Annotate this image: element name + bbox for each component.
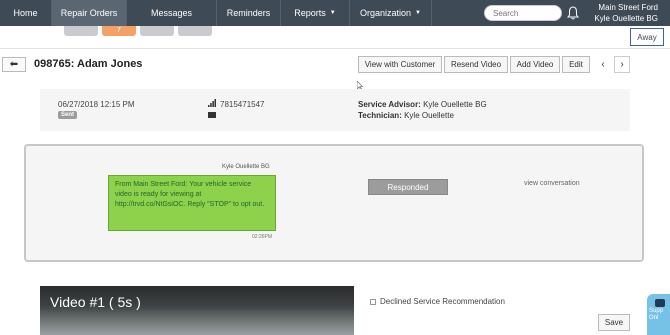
support-label: Supp Onl (649, 308, 664, 321)
nav-reminders-label: Reminders (226, 8, 271, 18)
save-button[interactable]: Save (598, 314, 630, 331)
declined-label: Declined Service Recommendation (380, 297, 505, 306)
envelope-icon (208, 112, 216, 118)
search-input[interactable] (484, 5, 562, 21)
chevron-down-icon: ▼ (329, 10, 336, 16)
service-advisor: Service Advisor: Kyle Ouellette BG (358, 100, 487, 109)
chevron-right-icon[interactable]: › (614, 56, 630, 73)
nav-repair-orders-label: Repair Orders (60, 8, 118, 18)
store-name: Main Street Ford (598, 3, 658, 12)
nav-reports[interactable]: Reports ▼ (281, 0, 350, 26)
phone-number: 7815471547 (220, 100, 265, 109)
nav-repair-orders[interactable]: Repair Orders (52, 0, 127, 26)
subtabs: 7 (64, 26, 212, 36)
message-date: 06/27/2018 12:15 PM (58, 100, 135, 109)
support-online-widget[interactable]: Supp Onl (647, 294, 670, 335)
nav-reports-label: Reports (294, 8, 326, 18)
view-conversation-link[interactable]: view conversation (524, 180, 580, 187)
video-player[interactable]: Video #1 ( 5s ) (40, 286, 354, 335)
nav-reminders[interactable]: Reminders (217, 0, 281, 26)
nav-organization-label: Organization (360, 8, 412, 18)
page-title: 098765: Adam Jones (34, 58, 143, 70)
arrow-left-icon: ⬅ (9, 59, 19, 70)
signal-icon (208, 99, 216, 107)
divider (0, 48, 670, 49)
message-sender: Kyle Ouellette BG (222, 164, 270, 170)
edit-button[interactable]: Edit (562, 56, 590, 73)
tech-name: Kyle Ouellette (404, 111, 454, 120)
advisor-name: Kyle Ouellette BG (423, 100, 487, 109)
view-with-customer-button[interactable]: View with Customer (358, 56, 442, 73)
message-bubble: From Main Street Ford: Your vehicle serv… (108, 175, 276, 231)
subtab[interactable] (140, 26, 174, 36)
message-time: 02:26PM (252, 234, 273, 240)
nav-organization[interactable]: Organization ▼ (350, 0, 432, 26)
status-badge: Sent (58, 111, 78, 119)
chevron-left-icon[interactable]: ‹ (595, 56, 611, 73)
away-button[interactable]: Away (630, 28, 664, 46)
nav-home[interactable]: Home (0, 0, 52, 26)
user-name: Kyle Ouellette BG (594, 14, 658, 23)
subtab-badge[interactable]: 7 (102, 26, 136, 36)
subtab[interactable] (178, 26, 212, 36)
chat-icon (655, 299, 665, 307)
advisor-label: Service Advisor: (358, 100, 421, 109)
store-user-block[interactable]: Main Street Ford Kyle Ouellette BG (594, 2, 658, 24)
resend-video-button[interactable]: Resend Video (444, 56, 508, 73)
technician: Technician: Kyle Ouellette (358, 111, 454, 120)
declined-checkbox[interactable] (370, 299, 376, 305)
back-button[interactable]: ⬅ (2, 57, 26, 72)
add-video-button[interactable]: Add Video (510, 56, 560, 73)
nav-messages[interactable]: Messages (127, 0, 217, 26)
responded-button[interactable]: Responded (368, 179, 448, 195)
bell-icon[interactable] (567, 6, 579, 20)
info-panel: 06/27/2018 12:15 PM Sent 7815471547 Serv… (40, 89, 630, 131)
conversation-panel: Kyle Ouellette BG From Main Street Ford:… (24, 144, 644, 262)
nav-home-label: Home (13, 8, 38, 18)
subtab[interactable] (64, 26, 98, 36)
chevron-down-icon: ▼ (415, 10, 421, 16)
tech-label: Technician: (358, 111, 402, 120)
video-title: Video #1 ( 5s ) (50, 294, 141, 310)
nav-messages-label: Messages (150, 8, 193, 18)
